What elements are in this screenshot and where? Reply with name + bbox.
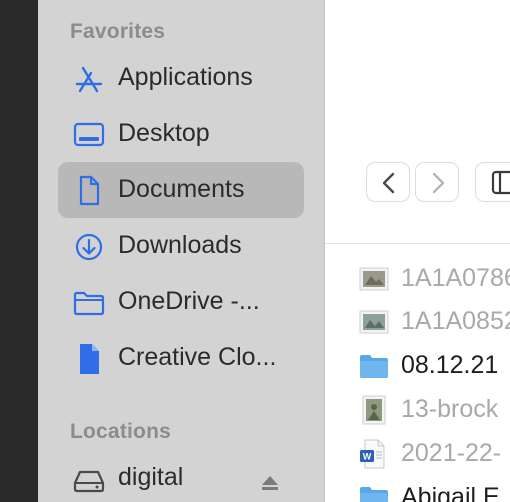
sidebar-item-label: digital	[118, 463, 184, 491]
document-icon	[72, 174, 106, 208]
sidebar-item-label: Desktop	[118, 119, 210, 147]
eject-icon[interactable]	[260, 473, 280, 493]
creative-cloud-file-icon	[72, 342, 106, 376]
back-button[interactable]	[366, 162, 410, 202]
sidebar-item-label: Applications	[118, 63, 253, 91]
image-thumbnail-icon	[359, 264, 389, 294]
word-document-icon: W	[359, 439, 389, 469]
sidebar-item-label: Downloads	[118, 231, 242, 259]
sidebar-item-label: Documents	[118, 175, 245, 203]
file-row[interactable]: 1A1A0786	[359, 262, 510, 298]
file-name: 2021-22-	[401, 439, 502, 467]
main-content: 1A1A0786 1A1A0852 08.12.21 13-brock W 20…	[325, 0, 510, 502]
sidebar-item-creative-cloud[interactable]: Creative Clo...	[58, 330, 304, 386]
svg-text:W: W	[363, 452, 372, 462]
file-name: 13-brock	[401, 395, 499, 423]
forward-icon	[432, 172, 445, 194]
sidebar-item-documents[interactable]: Documents	[58, 162, 304, 218]
folder-icon	[359, 483, 389, 502]
file-row[interactable]: 08.12.21	[359, 349, 510, 385]
sidebar-item-applications[interactable]: Applications	[58, 50, 304, 106]
sidebar-item-onedrive[interactable]: OneDrive -...	[58, 274, 304, 330]
folder-icon	[72, 286, 106, 320]
locations-header: Locations	[70, 420, 171, 443]
file-row[interactable]: Abigail E	[359, 481, 510, 502]
file-name: Abigail E	[401, 483, 500, 502]
back-icon	[382, 172, 395, 194]
favorites-header: Favorites	[70, 20, 166, 43]
sidebar-toggle-button[interactable]	[475, 162, 510, 202]
folder-icon	[359, 351, 389, 381]
sidebar-item-label: OneDrive -...	[118, 287, 260, 315]
file-name: 1A1A0786	[401, 264, 510, 292]
sidebar-toggle-icon	[491, 170, 510, 195]
file-row[interactable]: W 2021-22-	[359, 437, 510, 473]
finder-window: Favorites Applications Desktop Documents…	[0, 0, 510, 502]
applications-icon	[72, 62, 106, 96]
desktop-edge	[0, 0, 38, 502]
downloads-icon	[72, 230, 106, 264]
file-row[interactable]: 1A1A0852	[359, 305, 510, 341]
sidebar-item-downloads[interactable]: Downloads	[58, 218, 304, 274]
sidebar-item-label: Creative Clo...	[118, 343, 277, 371]
drive-icon	[72, 462, 106, 496]
toolbar-divider	[325, 243, 510, 244]
image-thumbnail-icon	[359, 307, 389, 337]
desktop-icon	[72, 118, 106, 152]
sidebar: Favorites Applications Desktop Documents…	[38, 0, 325, 502]
forward-button[interactable]	[415, 162, 459, 202]
file-row[interactable]: 13-brock	[359, 393, 510, 429]
sidebar-item-desktop[interactable]: Desktop	[58, 106, 304, 162]
image-thumbnail-icon	[359, 395, 389, 425]
file-name: 1A1A0852	[401, 307, 510, 335]
file-name: 08.12.21	[401, 351, 499, 379]
